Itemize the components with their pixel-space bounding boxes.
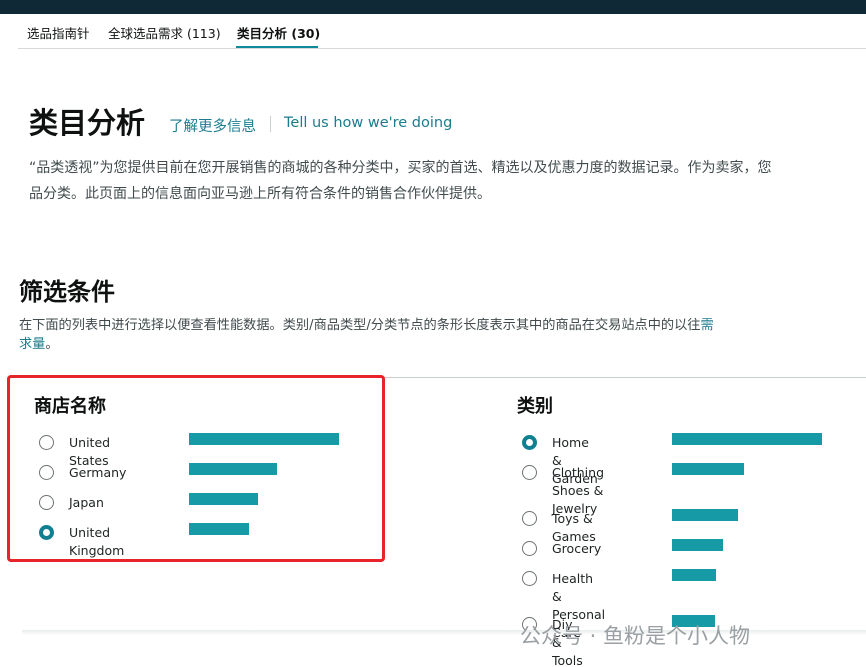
category-demand-bar	[672, 463, 744, 475]
tab-global-demand[interactable]: 全球选品需求 (113)	[108, 23, 221, 42]
link-separator	[270, 116, 271, 132]
category-option-label: Grocery	[552, 541, 602, 556]
watermark: 公众号 · 鱼粉是个小人物	[520, 624, 751, 648]
filters-description-period: 。	[45, 337, 59, 352]
category-panel-title: 类别	[517, 396, 553, 417]
category-demand-bar	[672, 539, 723, 551]
demand-link-start[interactable]: 需	[700, 318, 713, 333]
category-radio-toys-games[interactable]	[522, 511, 537, 526]
tab-selection-guide[interactable]: 选品指南针	[27, 23, 90, 42]
feedback-link[interactable]: Tell us how we're doing	[284, 115, 452, 131]
learn-more-link[interactable]: 了解更多信息	[169, 115, 256, 136]
section-divider	[382, 377, 866, 378]
category-radio-home-garden[interactable]	[522, 435, 537, 450]
category-demand-bar	[672, 509, 738, 521]
filters-title: 筛选条件	[19, 278, 115, 306]
filters-description: 在下面的列表中进行选择以便查看性能数据。类别/商品类型/分类节点的条形长度表示其…	[19, 316, 819, 354]
tab-bar-divider	[18, 48, 866, 49]
description-line-2: 品分类。此页面上的信息面向亚马逊上所有符合条件的销售合作伙伴提供。	[29, 186, 491, 202]
demand-link-end[interactable]: 求量	[19, 337, 45, 352]
category-radio-clothing[interactable]	[522, 465, 537, 480]
filters-description-text: 在下面的列表中进行选择以便查看性能数据。类别/商品类型/分类节点的条形长度表示其…	[19, 318, 701, 333]
category-radio-health[interactable]	[522, 571, 537, 586]
category-demand-bar	[672, 569, 716, 581]
top-nav-bar	[0, 0, 866, 14]
tab-category-analysis[interactable]: 类目分析 (30)	[237, 23, 320, 42]
page-description: “品类透视”为您提供目前在您开展销售的商城的各种分类中，买家的首选、精选以及优惠…	[29, 155, 866, 207]
tab-bar: 选品指南针 全球选品需求 (113) 类目分析 (30)	[18, 14, 866, 49]
category-radio-grocery[interactable]	[522, 541, 537, 556]
page-title: 类目分析	[29, 106, 146, 140]
highlight-annotation-box	[7, 375, 385, 562]
category-demand-bar	[672, 433, 822, 445]
description-line-1: “品类透视”为您提供目前在您开展销售的商城的各种分类中，买家的首选、精选以及优惠…	[29, 160, 772, 176]
